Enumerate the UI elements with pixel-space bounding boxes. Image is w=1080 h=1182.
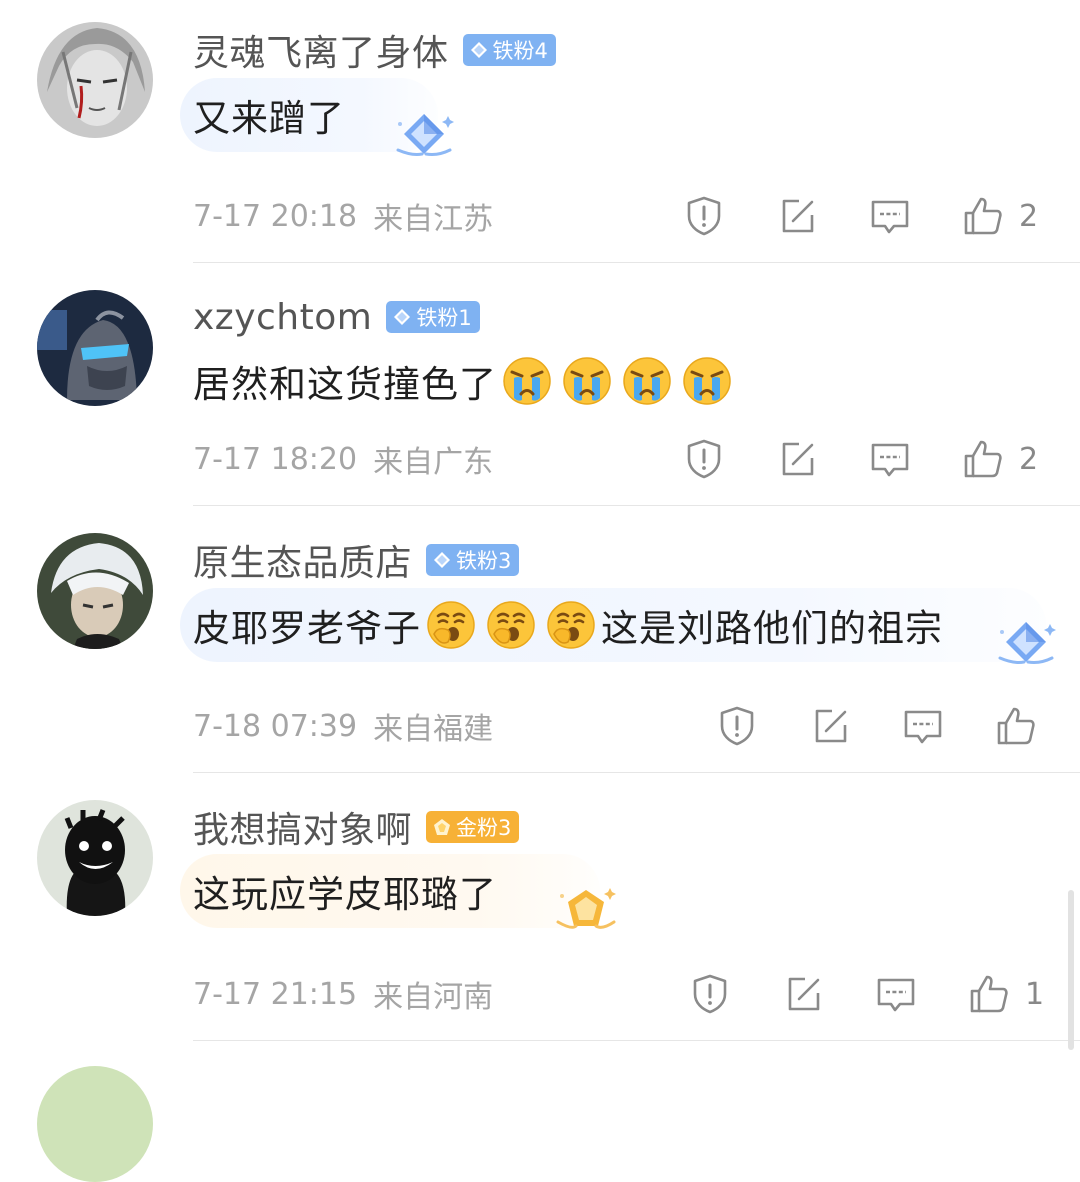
- report-icon[interactable]: [715, 704, 759, 748]
- comment-actions: 2: [682, 435, 1039, 483]
- avatar[interactable]: [37, 533, 153, 649]
- gem-icon: [432, 817, 452, 837]
- username[interactable]: 原生态品质店: [193, 534, 412, 586]
- comment-text: 这玩应学皮耶璐了: [193, 873, 497, 916]
- avatar[interactable]: [37, 22, 153, 138]
- comment-meta: 7-18 07:39 来自福建: [193, 706, 494, 748]
- location: 来自广东: [373, 445, 494, 480]
- like-count: 2: [1019, 198, 1039, 234]
- like-button[interactable]: 2: [961, 437, 1039, 481]
- badge-label: 铁粉1: [416, 306, 472, 330]
- like-icon: [994, 704, 1038, 748]
- comment-actions: 1: [688, 970, 1045, 1018]
- fan-badge[interactable]: 铁粉1: [386, 301, 480, 333]
- yawning-face-icon: [486, 600, 536, 650]
- report-icon[interactable]: [688, 972, 732, 1016]
- fan-decoration-icon: [392, 110, 456, 162]
- gem-icon: [432, 550, 452, 570]
- crying-face-icon: [622, 356, 672, 406]
- reply-icon[interactable]: [868, 194, 912, 238]
- avatar-alien-helmet-icon: [37, 290, 153, 406]
- fan-badge[interactable]: 金粉3: [426, 811, 520, 843]
- reply-icon[interactable]: [868, 437, 912, 481]
- like-icon: [961, 437, 1005, 481]
- like-button[interactable]: 2: [961, 194, 1039, 238]
- avatar-white-hair-icon: [37, 533, 153, 649]
- badge-label: 金粉3: [456, 816, 512, 840]
- report-icon[interactable]: [682, 437, 726, 481]
- fan-badge[interactable]: 铁粉3: [426, 544, 520, 576]
- gem-icon: [392, 307, 412, 327]
- share-icon[interactable]: [775, 437, 819, 481]
- comment-meta: 7-17 20:18 来自江苏: [193, 196, 494, 238]
- share-icon[interactable]: [808, 704, 852, 748]
- comment-meta: 7-17 18:20 来自广东: [193, 439, 494, 481]
- badge-label: 铁粉3: [456, 549, 512, 573]
- username[interactable]: xzychtom: [193, 297, 372, 338]
- fan-badge[interactable]: 铁粉4: [462, 34, 556, 66]
- crying-face-icon: [502, 356, 552, 406]
- like-icon: [967, 972, 1011, 1016]
- comment-actions: [715, 702, 1072, 750]
- badge-label: 铁粉4: [492, 39, 548, 63]
- avatar-dark-smile-icon: [37, 800, 153, 916]
- avatar-silver-hair-icon: [37, 22, 153, 138]
- location: 来自福建: [373, 712, 494, 747]
- yawning-face-icon: [546, 600, 596, 650]
- avatar[interactable]: [37, 800, 153, 916]
- scrollbar[interactable]: [1068, 890, 1074, 1050]
- gem-icon: [469, 40, 489, 60]
- comment-actions: 2: [682, 192, 1039, 240]
- like-icon: [961, 194, 1005, 238]
- comment-text-before: 皮耶罗老爷子: [193, 607, 421, 650]
- timestamp: 7-17 21:15: [193, 976, 358, 1012]
- divider: [193, 772, 1080, 773]
- comment-meta: 7-17 21:15 来自河南: [193, 974, 494, 1016]
- username[interactable]: 灵魂飞离了身体: [193, 24, 449, 76]
- comment-text-after: 这是刘路他们的祖宗: [601, 607, 943, 650]
- avatar[interactable]: [37, 290, 153, 406]
- crying-face-icon: [562, 356, 612, 406]
- reply-icon[interactable]: [901, 704, 945, 748]
- fan-decoration-icon: [994, 618, 1058, 670]
- comment-text-content: 居然和这货撞色了: [193, 363, 497, 406]
- timestamp: 7-17 18:20: [193, 441, 358, 477]
- crying-face-icon: [682, 356, 732, 406]
- comment-text: 又来蹭了: [193, 97, 345, 140]
- reply-icon[interactable]: [874, 972, 918, 1016]
- divider: [193, 505, 1080, 506]
- fan-decoration-icon: [554, 884, 618, 936]
- avatar[interactable]: [37, 1066, 153, 1182]
- location: 来自河南: [373, 980, 494, 1015]
- yawning-face-icon: [426, 600, 476, 650]
- divider: [193, 262, 1080, 263]
- like-count: 2: [1019, 441, 1039, 477]
- share-icon[interactable]: [781, 972, 825, 1016]
- share-icon[interactable]: [775, 194, 819, 238]
- comment-text: 居然和这货撞色了: [193, 344, 737, 418]
- timestamp: 7-18 07:39: [193, 708, 358, 744]
- timestamp: 7-17 20:18: [193, 198, 358, 234]
- username[interactable]: 我想搞对象啊: [193, 801, 412, 853]
- report-icon[interactable]: [682, 194, 726, 238]
- like-button[interactable]: [994, 704, 1072, 748]
- like-button[interactable]: 1: [967, 972, 1045, 1016]
- like-count: 1: [1025, 976, 1045, 1012]
- location: 来自江苏: [373, 202, 494, 237]
- comment-text: 皮耶罗老爷子 这是刘路他们的祖宗: [193, 588, 943, 662]
- divider: [193, 1040, 1080, 1041]
